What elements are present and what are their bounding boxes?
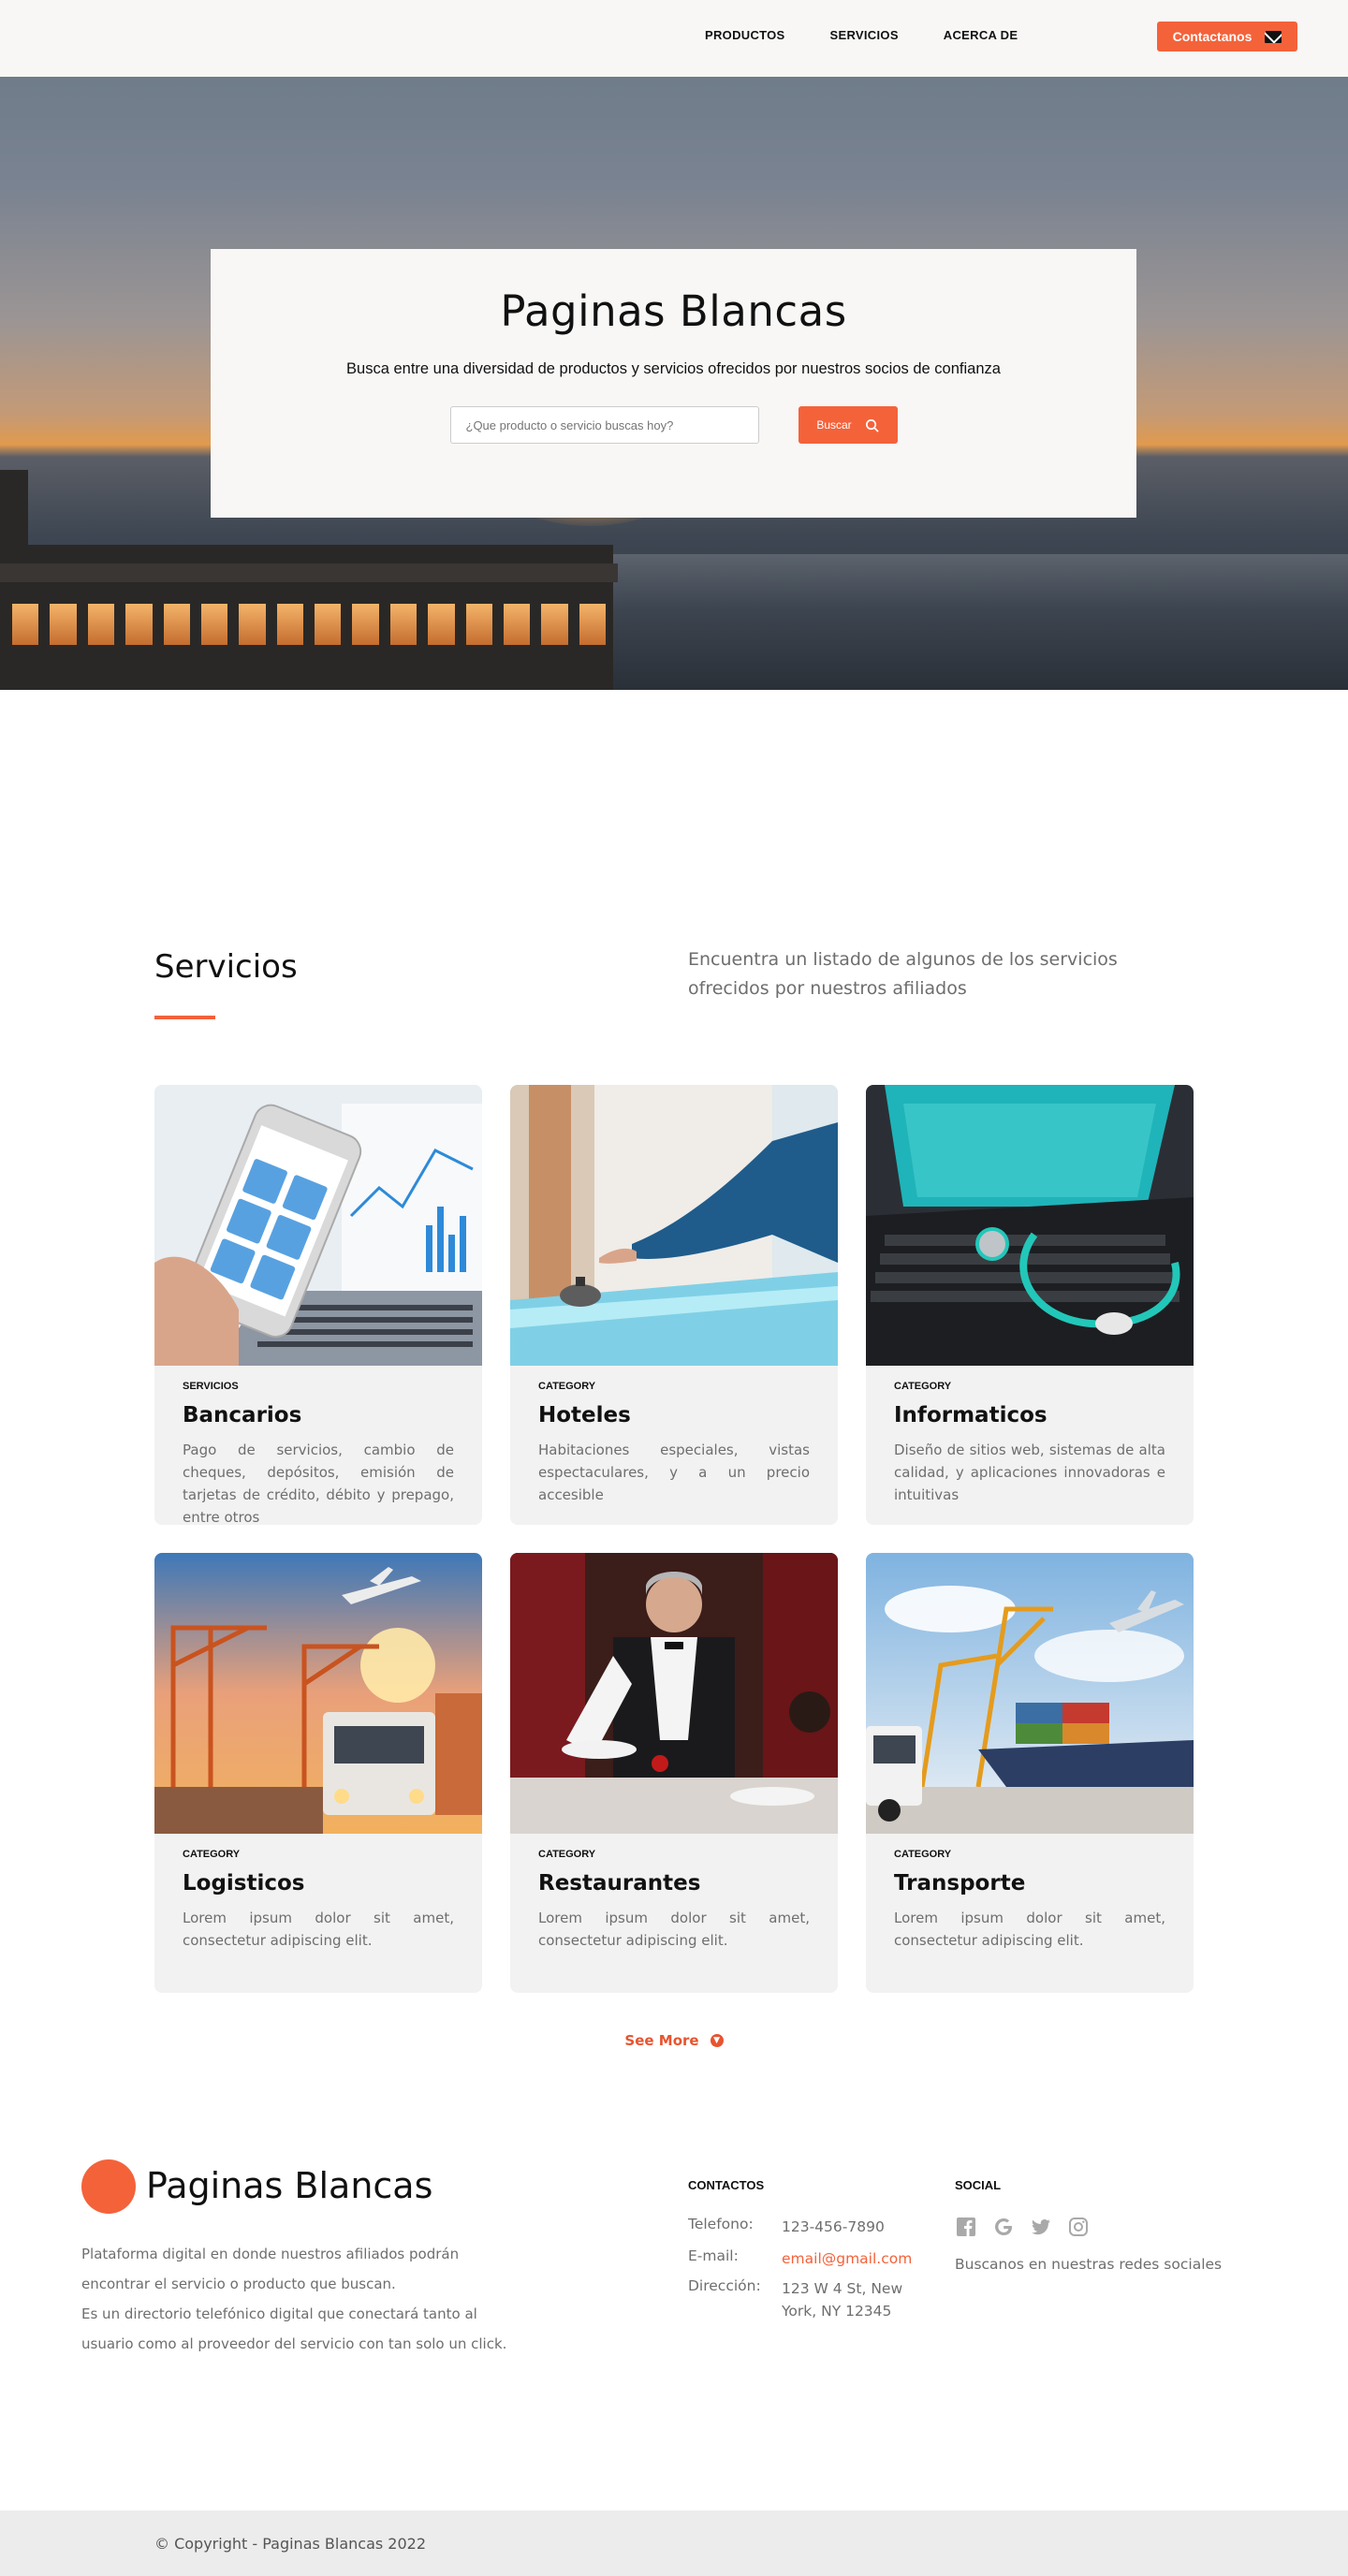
card-description: Lorem ipsum dolor sit amet, consectetur … (538, 1910, 810, 1949)
services-grid: SERVICIOS Bancarios Pago de servicios, c… (154, 1085, 1348, 1993)
services-intro: Encuentra un listado de algunos de los s… (688, 949, 1118, 999)
service-image-hotel (510, 1085, 838, 1366)
hero-pier-windows (9, 601, 608, 648)
contact-phone: Telefono: 123-456-7890 (688, 2216, 913, 2238)
see-more-label: See More (624, 2032, 699, 2049)
service-card-hoteles[interactable]: CATEGORY Hoteles Habitaciones especiales… (510, 1085, 838, 1525)
card-description: Lorem ipsum dolor sit amet, consectetur … (894, 1910, 1165, 1949)
services-heading-underline (154, 1016, 215, 1019)
nav-links: PRODUCTOS SERVICIOS ACERCA DE (705, 28, 1062, 42)
card-description: Pago de servicios, cambio de cheques, de… (183, 1442, 454, 1525)
contacts-heading: CONTACTOS (688, 2178, 765, 2192)
card-title: Transporte (894, 1871, 1026, 1895)
email-link[interactable]: email@gmail.com (782, 2247, 913, 2270)
service-card-logisticos[interactable]: CATEGORY Logisticos Lorem ipsum dolor si… (154, 1553, 482, 1993)
card-title: Hoteles (538, 1403, 631, 1427)
copyright-text: © Copyright - Paginas Blancas 2022 (154, 2534, 427, 2553)
card-title: Bancarios (183, 1403, 302, 1427)
hero-title: Paginas Blancas (500, 286, 847, 336)
contact-address: Dirección: 123 W 4 St, New York, NY 1234… (688, 2277, 913, 2322)
search-row: Buscar (211, 406, 1136, 444)
service-image-banking (154, 1085, 482, 1366)
search-input[interactable] (449, 406, 759, 444)
card-category: CATEGORY (538, 1849, 596, 1860)
social-icons (955, 2216, 1090, 2238)
service-image-transport (866, 1553, 1194, 1834)
card-category: CATEGORY (894, 1849, 952, 1860)
address-label: Dirección: (688, 2277, 761, 2294)
nav-link-productos[interactable]: PRODUCTOS (705, 28, 785, 42)
service-card-informaticos[interactable]: CATEGORY Informaticos Diseño de sitios w… (866, 1085, 1194, 1525)
twitter-icon[interactable] (1030, 2216, 1052, 2238)
search-button-label: Buscar (816, 418, 852, 432)
service-card-bancarios[interactable]: SERVICIOS Bancarios Pago de servicios, c… (154, 1085, 482, 1525)
social-text: Buscanos en nuestras redes sociales (955, 2256, 1223, 2273)
search-button[interactable]: Buscar (798, 406, 898, 444)
footer: Paginas Blancas Plataforma digital en do… (0, 2159, 1348, 2510)
email-label: E-mail: (688, 2247, 739, 2264)
card-category: CATEGORY (894, 1381, 952, 1392)
hero-search-card: Paginas Blancas Busca entre una diversid… (211, 249, 1136, 518)
service-card-restaurantes[interactable]: CATEGORY Restaurantes Lorem ipsum dolor … (510, 1553, 838, 1993)
copyright-bar: © Copyright - Paginas Blancas 2022 (0, 2510, 1348, 2576)
contact-email: E-mail: email@gmail.com (688, 2247, 913, 2270)
social-heading: SOCIAL (955, 2178, 1002, 2192)
service-image-logistics (154, 1553, 482, 1834)
hero-section: Paginas Blancas Busca entre una diversid… (0, 77, 1348, 690)
service-image-laptop (866, 1085, 1194, 1366)
footer-about-2: Es un directorio telefónico digital que … (81, 2305, 507, 2352)
card-title: Restaurantes (538, 1871, 701, 1895)
phone-value[interactable]: 123-456-7890 (782, 2216, 913, 2238)
contact-button-label: Contactanos (1172, 29, 1253, 44)
card-description: Lorem ipsum dolor sit amet, consectetur … (183, 1910, 454, 1949)
hero-subtitle: Busca entre una diversidad de productos … (346, 360, 1001, 377)
footer-about: Plataforma digital en donde nuestros afi… (81, 2239, 521, 2359)
see-more-link[interactable]: See More ▼ (154, 2032, 1194, 2049)
service-card-transporte[interactable]: CATEGORY Transporte Lorem ipsum dolor si… (866, 1553, 1194, 1993)
card-description: Habitaciones especiales, vistas espectac… (538, 1442, 810, 1503)
search-icon (865, 418, 879, 432)
contact-button[interactable]: Contactanos (1157, 22, 1297, 51)
service-image-restaurant (510, 1553, 838, 1834)
card-title: Informaticos (894, 1403, 1048, 1427)
instagram-icon[interactable] (1067, 2216, 1090, 2238)
facebook-icon[interactable] (955, 2216, 977, 2238)
top-nav: PRODUCTOS SERVICIOS ACERCA DE Contactano… (0, 0, 1348, 77)
card-category: CATEGORY (183, 1849, 241, 1860)
google-icon[interactable] (992, 2216, 1015, 2238)
card-title: Logisticos (183, 1871, 305, 1895)
card-category: CATEGORY (538, 1381, 596, 1392)
phone-label: Telefono: (688, 2216, 754, 2232)
chevron-down-icon: ▼ (710, 2034, 724, 2047)
nav-link-servicios[interactable]: SERVICIOS (830, 28, 899, 42)
services-section: Servicios Encuentra un listado de alguno… (0, 690, 1348, 2049)
nav-link-acerca-de[interactable]: ACERCA DE (944, 28, 1018, 42)
address-value: 123 W 4 St, New York, NY 12345 (782, 2280, 903, 2320)
card-description: Diseño de sitios web, sistemas de alta c… (894, 1442, 1165, 1503)
footer-brand: Paginas Blancas (146, 2165, 433, 2206)
card-category: SERVICIOS (183, 1381, 239, 1392)
hero-pier-roof (0, 564, 618, 582)
mail-icon (1265, 30, 1282, 43)
footer-about-1: Plataforma digital en donde nuestros afi… (81, 2246, 460, 2292)
logo-icon (81, 2159, 136, 2214)
